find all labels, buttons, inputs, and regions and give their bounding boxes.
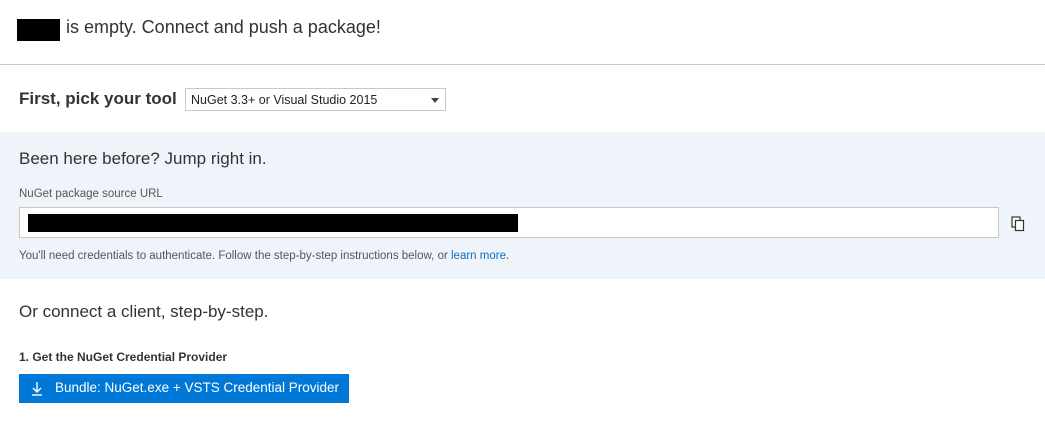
quick-start-panel: Been here before? Jump right in. NuGet p… [0,132,1045,279]
empty-feed-message: is empty. Connect and push a package! [66,17,381,37]
tool-select-value: NuGet 3.3+ or Visual Studio 2015 [191,93,378,107]
download-bundle-label: Bundle: NuGet.exe + VSTS Credential Prov… [55,380,340,395]
tool-picker-label: First, pick your tool [19,89,177,108]
nuget-feed-page: is empty. Connect and push a package! Fi… [0,0,1045,422]
page-header: is empty. Connect and push a package! [0,0,1045,65]
copy-icon [1011,216,1025,232]
copy-url-button[interactable] [1009,215,1027,233]
redacted-source-url [28,214,518,232]
tool-select-dropdown[interactable]: NuGet 3.3+ or Visual Studio 2015 [185,88,446,111]
download-bundle-button[interactable]: Bundle: NuGet.exe + VSTS Credential Prov… [19,374,349,403]
step-by-step-title: Or connect a client, step-by-step. [19,302,269,321]
chevron-down-icon [431,98,439,103]
credentials-help-text: You'll need credentials to authenticate.… [19,250,509,262]
source-url-label: NuGet package source URL [19,188,163,200]
step-1-heading: 1. Get the NuGet Credential Provider [19,350,228,364]
learn-more-link[interactable]: learn more [451,250,506,262]
redacted-feed-name [17,19,60,41]
credentials-help-end: . [505,250,510,262]
download-icon [32,382,42,396]
quick-start-title: Been here before? Jump right in. [19,149,267,168]
credentials-help-body: You'll need credentials to authenticate.… [19,250,451,262]
source-url-field[interactable] [19,207,999,238]
